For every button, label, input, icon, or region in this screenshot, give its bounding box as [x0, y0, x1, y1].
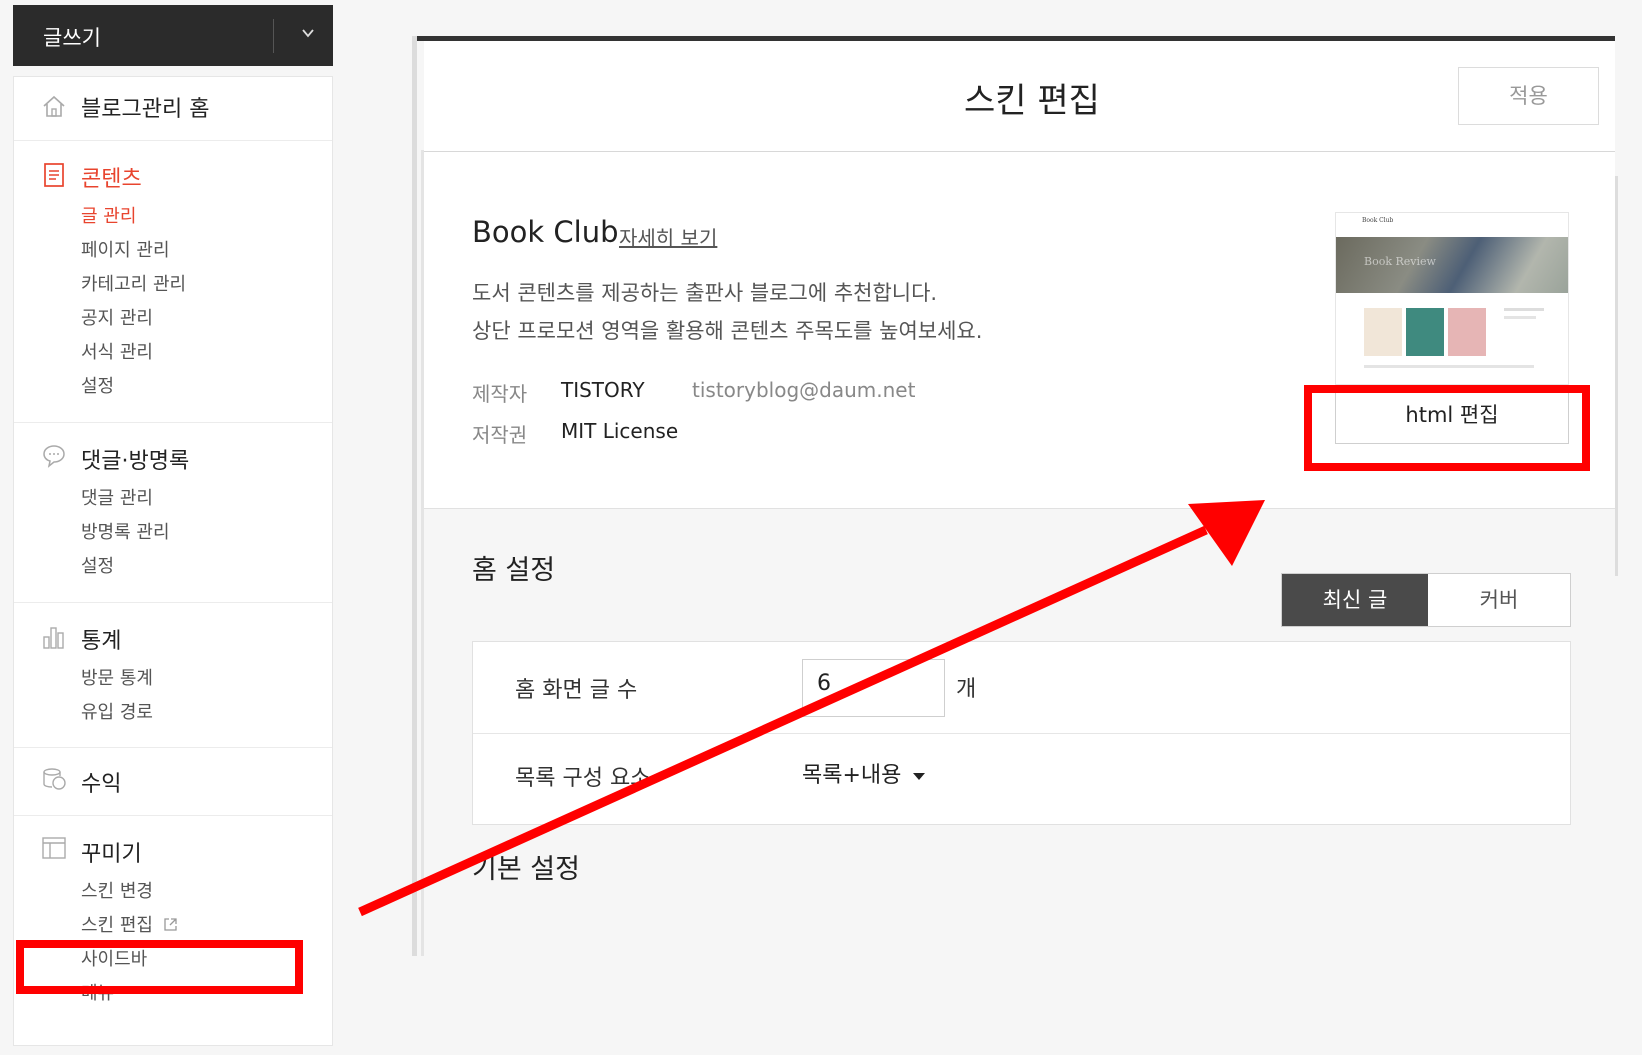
toggle-recent-posts[interactable]: 최신 글 [1282, 574, 1428, 626]
author-key: 제작자 [472, 382, 528, 406]
speech-bubble-icon [43, 445, 65, 468]
layout-icon [42, 837, 66, 859]
sidebar-item-contents-settings[interactable]: 설정 [81, 372, 114, 398]
post-count-input[interactable]: 6 [802, 659, 945, 717]
scrollbar[interactable] [1615, 176, 1618, 576]
sidebar-item-comment-manage[interactable]: 댓글 관리 [81, 484, 153, 510]
sidebar-section-revenue: 수익 [14, 747, 332, 816]
sidebar-item-revenue[interactable]: 수익 [81, 766, 121, 798]
sidebar-section-decorate: 꾸미기 스킨 변경 스킨 편집 사이드바 메뉴 [14, 815, 332, 1055]
sidebar-item-skin-change[interactable]: 스킨 변경 [81, 877, 153, 903]
thumb-text-line [1364, 365, 1534, 368]
highlight-html-edit-button [1304, 385, 1590, 471]
apply-button[interactable]: 적용 [1458, 67, 1599, 125]
sidebar-section-stats: 통계 방문 통계 유입 경로 [14, 602, 332, 748]
sidebar-item-post-manage[interactable]: 글 관리 [81, 202, 136, 228]
list-components-select[interactable]: 목록+내용 [802, 757, 926, 789]
page-title: 스킨 편집 [964, 81, 1100, 121]
sidebar-item-home[interactable]: 블로그관리 홈 [81, 91, 209, 123]
thumb-text-line [1504, 308, 1544, 311]
list-components-value: 목록+내용 [802, 763, 902, 788]
author-email: tistoryblog@daum.net [692, 378, 916, 402]
sidebar-item-template-manage[interactable]: 서식 관리 [81, 338, 153, 364]
license-value: MIT License [561, 419, 679, 443]
sidebar-item-skin-edit[interactable]: 스킨 편집 [81, 911, 178, 937]
thumb-book-2 [1406, 308, 1444, 356]
toggle-cover[interactable]: 커버 [1428, 574, 1570, 626]
sidebar-item-comments[interactable]: 댓글·방명록 [81, 443, 189, 475]
sidebar-section-contents: 콘텐츠 글 관리 페이지 관리 카테고리 관리 공지 관리 서식 관리 설정 [14, 140, 332, 423]
thumb-book-1 [1364, 308, 1402, 356]
sidebar: 블로그관리 홈 콘텐츠 글 관리 페이지 관리 카테고리 관리 공지 관리 서식… [13, 76, 333, 1046]
post-count-unit: 개 [956, 677, 977, 702]
sidebar-item-decorate[interactable]: 꾸미기 [81, 836, 142, 868]
skin-detail-link[interactable]: 자세히 보기 [619, 222, 717, 251]
sidebar-item-visit-stats[interactable]: 방문 통계 [81, 664, 153, 690]
sidebar-item-stats[interactable]: 통계 [81, 623, 121, 655]
form-divider [473, 733, 1570, 734]
thumb-text-line [1504, 316, 1536, 319]
external-link-icon [164, 918, 177, 931]
sidebar-item-comments-settings[interactable]: 설정 [81, 552, 114, 578]
panel-header: 스킨 편집 적용 [424, 41, 1615, 152]
sidebar-section-home: 블로그관리 홈 [14, 77, 332, 141]
thumb-book-3 [1448, 308, 1486, 356]
write-button-label: 글쓰기 [43, 26, 101, 50]
home-icon [43, 95, 65, 117]
home-type-toggle: 최신 글 커버 [1281, 573, 1571, 627]
skin-description-1: 도서 콘텐츠를 제공하는 출판사 블로그에 추천합니다. [472, 281, 938, 305]
document-icon [44, 163, 64, 187]
write-button-divider [273, 19, 274, 53]
sidebar-item-page-manage[interactable]: 페이지 관리 [81, 236, 170, 262]
sidebar-item-category-manage[interactable]: 카테고리 관리 [81, 270, 186, 296]
skin-edit-panel: 스킨 편집 적용 Book Club 자세히 보기 도서 콘텐츠를 제공하는 출… [424, 41, 1615, 956]
sidebar-item-referrer[interactable]: 유입 경로 [81, 698, 153, 724]
list-components-label: 목록 구성 요소 [515, 766, 651, 791]
basic-settings-title: 기본 설정 [472, 854, 580, 885]
sidebar-item-skin-edit-label: 스킨 편집 [81, 915, 153, 936]
skin-name: Book Club [472, 215, 619, 249]
coins-icon [43, 768, 66, 790]
highlight-skin-edit-menu [16, 940, 303, 994]
license-key: 저작권 [472, 423, 528, 447]
thumb-title: Book Club [1362, 217, 1394, 224]
sidebar-item-guestbook-manage[interactable]: 방명록 관리 [81, 518, 170, 544]
caret-down-icon [913, 772, 926, 780]
main-left-border [412, 36, 417, 956]
author-value: TISTORY [561, 378, 645, 402]
thumb-banner: Book Review [1336, 237, 1568, 293]
home-settings-title: 홈 설정 [472, 555, 556, 586]
skin-description-2: 상단 프로모션 영역을 활용해 콘텐츠 주목도를 높여보세요. [472, 319, 983, 343]
thumb-banner-text: Book Review [1364, 255, 1436, 268]
sidebar-item-notice-manage[interactable]: 공지 관리 [81, 304, 153, 330]
sidebar-item-contents[interactable]: 콘텐츠 [81, 161, 142, 193]
chevron-down-icon[interactable] [302, 27, 314, 39]
write-button[interactable]: 글쓰기 [13, 5, 333, 66]
sidebar-section-comments: 댓글·방명록 댓글 관리 방명록 관리 설정 [14, 422, 332, 603]
home-settings-form: 홈 화면 글 수 6 개 목록 구성 요소 목록+내용 [472, 641, 1571, 825]
skin-thumbnail: Book Club Book Review [1335, 212, 1569, 385]
post-count-label: 홈 화면 글 수 [515, 678, 638, 703]
bar-chart-icon [43, 627, 64, 649]
